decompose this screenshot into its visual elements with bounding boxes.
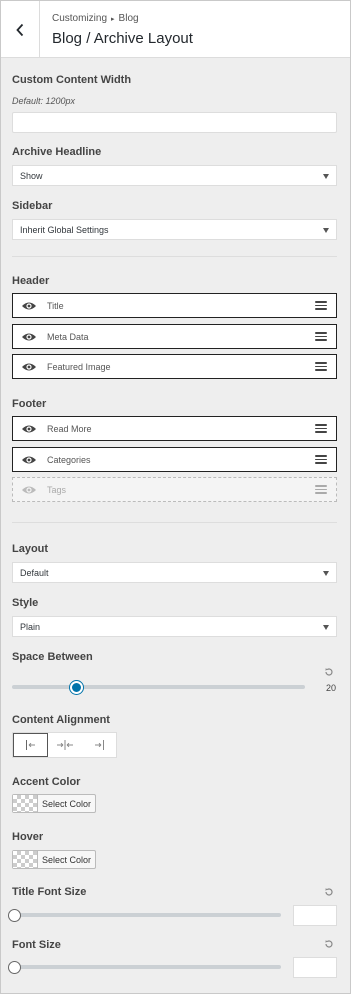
select-color-label: Select Color: [42, 798, 92, 809]
font-size-label: Font Size: [12, 939, 61, 951]
sortable-item-label: Tags: [47, 484, 67, 495]
accent-color-label: Accent Color: [12, 776, 81, 788]
align-left-button[interactable]: [13, 733, 48, 757]
hover-color-picker-button[interactable]: Select Color: [12, 850, 97, 869]
breadcrumb-separator-icon: ▸: [111, 15, 115, 23]
layout-value: Default: [20, 567, 49, 578]
archive-headline-value: Show: [20, 170, 43, 181]
eye-icon[interactable]: [21, 455, 37, 465]
archive-headline-label: Archive Headline: [12, 146, 102, 158]
align-left-icon: [25, 740, 37, 750]
breadcrumb: Customizing ▸ Blog: [52, 13, 139, 24]
back-button[interactable]: [1, 1, 40, 58]
breadcrumb-parent: Customizing: [52, 13, 108, 24]
sortable-item-title[interactable]: Title: [12, 293, 337, 318]
font-size-slider-handle[interactable]: [8, 961, 21, 974]
chevron-left-icon: [15, 23, 25, 37]
layout-label: Layout: [12, 543, 49, 555]
drag-handle-icon[interactable]: [315, 332, 327, 341]
sortable-item-read-more[interactable]: Read More: [12, 416, 337, 441]
space-between-value: 20: [326, 683, 337, 693]
align-right-icon: [93, 740, 105, 750]
archive-headline-select[interactable]: Show: [12, 165, 337, 186]
reset-icon[interactable]: [324, 887, 334, 897]
sidebar-select[interactable]: Inherit Global Settings: [12, 219, 337, 240]
sortable-item-meta-data[interactable]: Meta Data: [12, 324, 337, 349]
eye-icon[interactable]: [21, 424, 37, 434]
sortable-item-label: Title: [47, 300, 64, 311]
sidebar-label: Sidebar: [12, 200, 53, 212]
breadcrumb-current: Blog: [118, 13, 139, 24]
panel-header: Customizing ▸ Blog Blog / Archive Layout: [1, 1, 350, 58]
drag-handle-icon[interactable]: [315, 485, 327, 494]
style-select[interactable]: Plain: [12, 616, 337, 637]
caret-down-icon: [323, 624, 329, 630]
divider: [12, 256, 337, 257]
reset-icon[interactable]: [324, 939, 334, 949]
space-between-slider-handle[interactable]: [69, 681, 83, 694]
reset-icon[interactable]: [324, 667, 334, 677]
customizer-panel: Customizing ▸ Blog Blog / Archive Layout…: [0, 0, 351, 994]
divider: [12, 522, 337, 523]
page-title: Blog / Archive Layout: [52, 30, 193, 47]
title-font-size-input[interactable]: [293, 905, 337, 926]
sortable-item-label: Read More: [47, 423, 92, 434]
transparent-swatch-icon: [13, 795, 38, 812]
eye-icon[interactable]: [21, 301, 37, 311]
select-color-label: Select Color: [42, 854, 92, 865]
align-center-icon: [56, 740, 74, 750]
content-width-label: Custom Content Width: [12, 74, 132, 86]
content-alignment-label: Content Alignment: [12, 714, 110, 726]
footer-section-label: Footer: [12, 398, 47, 410]
title-font-size-label: Title Font Size: [12, 886, 87, 898]
eye-icon[interactable]: [21, 485, 37, 495]
layout-select[interactable]: Default: [12, 562, 337, 583]
style-label: Style: [12, 597, 39, 609]
space-between-slider-track[interactable]: [12, 685, 305, 689]
eye-icon[interactable]: [21, 332, 37, 342]
hover-color-label: Hover: [12, 831, 44, 843]
transparent-swatch-icon: [13, 851, 38, 868]
align-right-button[interactable]: [82, 733, 116, 757]
drag-handle-icon[interactable]: [315, 362, 327, 371]
title-font-size-slider-handle[interactable]: [8, 909, 21, 922]
sortable-item-label: Meta Data: [47, 331, 89, 342]
content-width-input[interactable]: [12, 112, 337, 133]
drag-handle-icon[interactable]: [315, 455, 327, 464]
style-value: Plain: [20, 621, 41, 632]
drag-handle-icon[interactable]: [315, 424, 327, 433]
sidebar-value: Inherit Global Settings: [20, 224, 109, 235]
space-between-label: Space Between: [12, 651, 93, 663]
align-center-button[interactable]: [48, 733, 82, 757]
header-section-label: Header: [12, 275, 50, 287]
drag-handle-icon[interactable]: [315, 301, 327, 310]
caret-down-icon: [323, 570, 329, 576]
accent-color-picker-button[interactable]: Select Color: [12, 794, 97, 813]
sortable-item-featured-image[interactable]: Featured Image: [12, 354, 337, 379]
font-size-slider-track[interactable]: [12, 965, 281, 969]
eye-icon[interactable]: [21, 362, 37, 372]
sortable-item-label: Categories: [47, 454, 91, 465]
font-size-input[interactable]: [293, 957, 337, 978]
caret-down-icon: [323, 173, 329, 179]
sortable-item-tags[interactable]: Tags: [12, 477, 337, 502]
sortable-item-categories[interactable]: Categories: [12, 447, 337, 472]
title-font-size-slider-track[interactable]: [12, 913, 281, 917]
alignment-button-group: [12, 732, 117, 758]
sortable-item-label: Featured Image: [47, 361, 111, 372]
caret-down-icon: [323, 227, 329, 233]
content-width-description: Default: 1200px: [12, 96, 76, 106]
